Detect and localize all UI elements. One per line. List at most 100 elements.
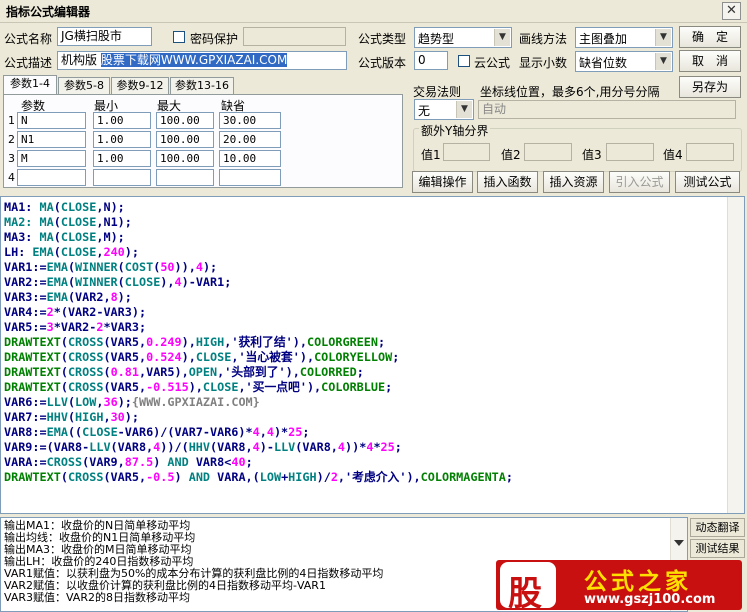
test-formula-button[interactable]: 测试公式 bbox=[675, 171, 740, 193]
test-result-button[interactable]: 测试结果 bbox=[690, 539, 745, 558]
code-token: )* bbox=[273, 425, 289, 439]
code-token: 3 bbox=[46, 320, 54, 334]
code-token: HIGH bbox=[75, 410, 104, 424]
insert-resource-button[interactable]: 插入资源 bbox=[543, 171, 604, 193]
code-token: VAR2:= bbox=[4, 275, 47, 289]
y-value-1-input[interactable] bbox=[443, 143, 490, 161]
editor-scrollbar[interactable] bbox=[727, 197, 744, 513]
scroll-down-icon[interactable] bbox=[674, 540, 684, 546]
cloud-formula-checkbox[interactable] bbox=[458, 55, 470, 67]
code-token: ( bbox=[60, 350, 68, 364]
code-token: LOW bbox=[259, 470, 282, 484]
code-token: )/ bbox=[316, 470, 331, 484]
param-row-index: 2 bbox=[8, 133, 15, 146]
param-min-input[interactable] bbox=[93, 169, 151, 186]
ok-button[interactable]: 确 定 bbox=[679, 26, 741, 48]
dynamic-translate-button[interactable]: 动态翻译 bbox=[690, 518, 745, 537]
param-min-input[interactable]: 1.00 bbox=[93, 112, 151, 129]
code-token: ))/( bbox=[160, 440, 189, 454]
formula-name-input[interactable]: JG横扫股市 bbox=[57, 27, 152, 46]
save-as-button[interactable]: 另存为 bbox=[679, 76, 741, 98]
param-default-input[interactable] bbox=[219, 169, 281, 186]
param-name-input[interactable]: N1 bbox=[17, 131, 86, 148]
code-token: ; bbox=[394, 440, 402, 454]
param-name-input[interactable] bbox=[17, 169, 86, 186]
cancel-button[interactable]: 取 消 bbox=[679, 50, 741, 72]
code-token: VAR6:= bbox=[4, 395, 47, 409]
code-token: VARA,( bbox=[210, 470, 260, 484]
code-line: DRAWTEXT(CROSS(VAR5,0.249),HIGH,'获利了结'),… bbox=[4, 335, 513, 350]
code-token: ( bbox=[53, 215, 61, 229]
code-token: 2 bbox=[46, 305, 54, 319]
code-token: ; bbox=[392, 350, 400, 364]
code-token: EMA bbox=[46, 290, 68, 304]
code-token: 4 bbox=[252, 440, 260, 454]
edit-ops-button[interactable]: 编辑操作 bbox=[412, 171, 473, 193]
param-default-input[interactable]: 30.00 bbox=[219, 112, 281, 129]
code-token: CLOSE bbox=[60, 200, 97, 214]
code-token: CROSS bbox=[46, 455, 83, 469]
param-min-input[interactable]: 1.00 bbox=[93, 150, 151, 167]
code-token: 0.524 bbox=[146, 350, 182, 364]
code-token: (VAR5, bbox=[103, 470, 147, 484]
formula-type-label: 公式类型 bbox=[358, 32, 407, 46]
formula-type-select[interactable]: 趋势型 ▼ bbox=[414, 27, 512, 48]
code-token: , bbox=[337, 470, 346, 484]
param-max-input[interactable]: 100.00 bbox=[156, 150, 214, 167]
formula-version-input[interactable]: 0 bbox=[414, 51, 448, 70]
code-editor[interactable]: MA1: MA(CLOSE,N); MA2: MA(CLOSE,N1); MA3: … bbox=[0, 196, 745, 514]
site-watermark-logo: 股 公式之家 www.gszj100.com bbox=[496, 560, 742, 610]
desc-prefix: 机构版 bbox=[61, 53, 101, 67]
param-default-input[interactable]: 10.00 bbox=[219, 150, 281, 167]
param-min-input[interactable]: 1.00 bbox=[93, 131, 151, 148]
decimals-select[interactable]: 缺省位数 ▼ bbox=[575, 51, 673, 72]
code-line: DRAWTEXT(CROSS(0.81,VAR5),OPEN,'头部到了'),C… bbox=[4, 365, 513, 380]
code-token: '当心被套' bbox=[238, 350, 300, 364]
code-token: WINNER bbox=[75, 275, 118, 289]
code-token: ), bbox=[188, 380, 203, 394]
coord-lines-input[interactable]: 自动 bbox=[478, 100, 736, 119]
trade-rule-select[interactable]: 无 ▼ bbox=[414, 99, 474, 120]
code-token: , bbox=[238, 380, 246, 394]
tab-params-5-8[interactable]: 参数5-8 bbox=[58, 77, 110, 95]
code-token: '买一点吧' bbox=[245, 380, 307, 394]
code-token: 2 bbox=[330, 470, 338, 484]
import-formula-button[interactable]: 引入公式 bbox=[609, 171, 670, 193]
password-label: 密码保护 bbox=[190, 32, 239, 46]
tab-params-1-4[interactable]: 参数1-4 bbox=[3, 75, 57, 95]
code-line: MA2: MA(CLOSE,N1); bbox=[4, 215, 513, 230]
formula-desc-input[interactable]: 机构版 股票下载网WWW.GPXIAZAI.COM bbox=[57, 51, 347, 70]
code-token: )- bbox=[259, 440, 274, 454]
code-token: -VAR6)/(VAR7-VAR6)* bbox=[117, 425, 253, 439]
code-token: COLORGREEN bbox=[306, 335, 378, 349]
y-value-2-input[interactable] bbox=[524, 143, 572, 161]
code-token: HHV bbox=[46, 410, 68, 424]
y-value-4-input[interactable] bbox=[686, 143, 734, 161]
param-max-input[interactable]: 100.00 bbox=[156, 131, 214, 148]
param-max-input[interactable] bbox=[156, 169, 214, 186]
param-name-input[interactable]: N bbox=[17, 112, 86, 129]
code-token: 4 bbox=[252, 425, 260, 439]
code-line: MA1: MA(CLOSE,N); bbox=[4, 200, 513, 215]
code-token: ); bbox=[117, 395, 132, 409]
password-checkbox[interactable] bbox=[173, 31, 185, 43]
param-name-input[interactable]: M bbox=[17, 150, 86, 167]
tab-params-9-12[interactable]: 参数9-12 bbox=[111, 77, 169, 95]
code-token: VAR5:= bbox=[4, 320, 47, 334]
code-token: CROSS bbox=[67, 380, 104, 394]
code-token: 4 bbox=[195, 260, 203, 274]
close-icon[interactable]: ✕ bbox=[722, 2, 741, 20]
code-token: CLOSE bbox=[82, 425, 118, 439]
output-text: 输出MA1：收盘价的N日简单移动平均 输出均线：收盘价的N1日简单移动平均 输出MA… bbox=[4, 520, 383, 604]
code-token: MA bbox=[39, 200, 54, 214]
code-token: ,VAR5), bbox=[138, 365, 189, 379]
param-max-input[interactable]: 100.00 bbox=[156, 112, 214, 129]
y-value-3-input[interactable] bbox=[606, 143, 654, 161]
param-default-input[interactable]: 20.00 bbox=[219, 131, 281, 148]
insert-function-button[interactable]: 插入函数 bbox=[477, 171, 538, 193]
code-token: (VAR8, bbox=[295, 440, 338, 454]
code-token: HIGH bbox=[195, 335, 225, 349]
draw-method-select[interactable]: 主图叠加 ▼ bbox=[575, 27, 673, 48]
tab-params-13-16[interactable]: 参数13-16 bbox=[170, 77, 234, 95]
code-token: (VAR5, bbox=[103, 350, 147, 364]
